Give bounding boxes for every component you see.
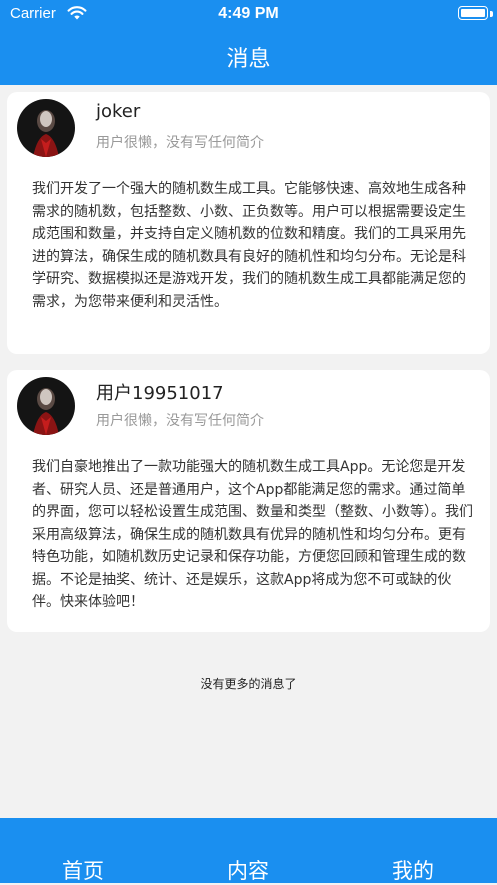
battery-icon xyxy=(458,6,488,20)
post-author-bio: 用户很懒，没有写任何简介 xyxy=(96,135,264,151)
battery-nub xyxy=(490,11,493,17)
status-bar: Carrier 4:49 PM xyxy=(0,0,497,30)
page-title: 消息 xyxy=(226,47,271,72)
avatar[interactable] xyxy=(17,377,75,435)
post-body: 我们开发了一个强大的随机数生成工具。它能够快速、高效地生成各种需求的随机数，包括… xyxy=(32,181,466,310)
avatar[interactable] xyxy=(17,99,75,157)
post-author: 用户19951017 xyxy=(96,383,224,404)
tab-mine[interactable]: 我的 xyxy=(363,855,463,885)
clock: 4:49 PM xyxy=(218,5,279,22)
navigation-bar: 消息 xyxy=(0,30,497,85)
post-author: joker xyxy=(96,101,141,122)
message-card[interactable]: joker 用户很懒，没有写任何简介 我们开发了一个强大的随机数生成工具。它能够… xyxy=(7,92,490,354)
post-body: 我们自豪地推出了一款功能强大的随机数生成工具App。无论您是开发者、研究人员、还… xyxy=(32,459,473,610)
tab-bar: 首页 内容 我的 xyxy=(0,818,497,883)
tab-home[interactable]: 首页 xyxy=(33,855,133,885)
post-author-bio: 用户很懒，没有写任何简介 xyxy=(96,413,264,429)
message-card[interactable]: 用户19951017 用户很懒，没有写任何简介 我们自豪地推出了一款功能强大的随… xyxy=(7,370,490,632)
message-feed[interactable]: joker 用户很懒，没有写任何简介 我们开发了一个强大的随机数生成工具。它能够… xyxy=(0,85,497,818)
tab-content[interactable]: 内容 xyxy=(198,855,298,885)
feed-end-note: 没有更多的消息了 xyxy=(200,677,297,691)
